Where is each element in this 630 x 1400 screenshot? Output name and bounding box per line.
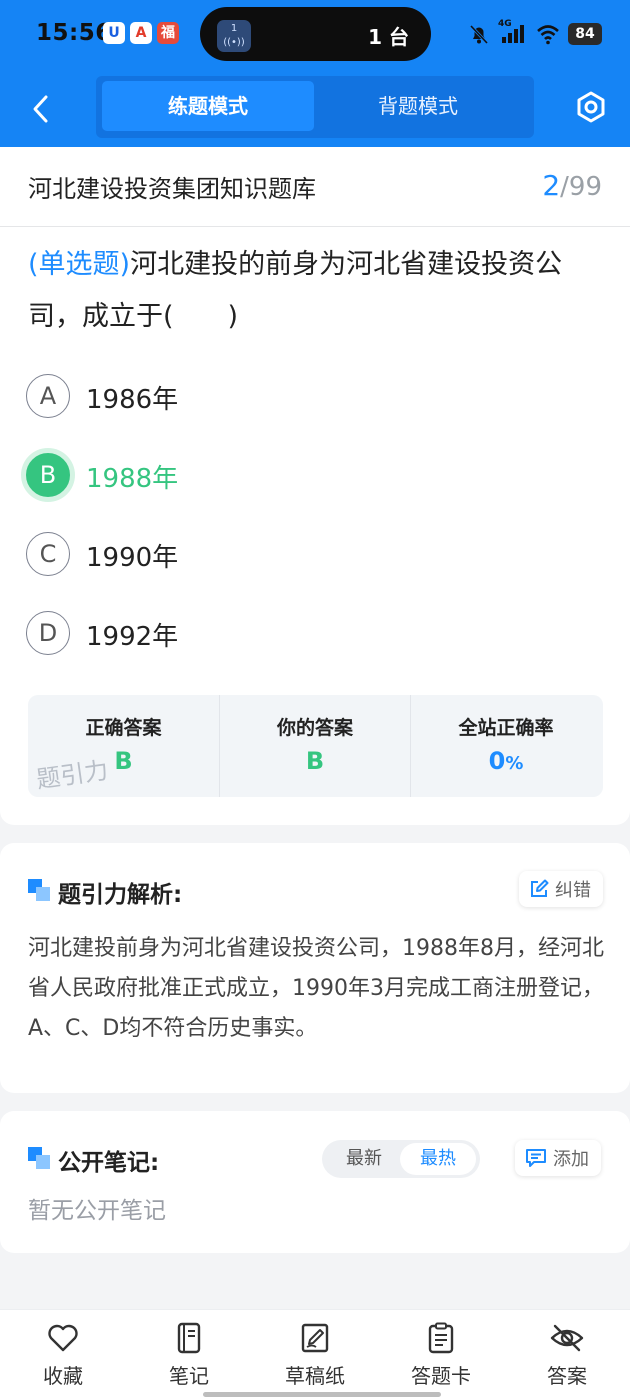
- comment-icon: [526, 1149, 546, 1167]
- broadcast-icon: 1 ((•)): [217, 20, 251, 52]
- question-pager[interactable]: 2/99: [542, 169, 602, 202]
- signal-icon: 4G: [498, 19, 528, 45]
- notes-card: 公开笔记: 最新 最热 添加 暂无公开笔记: [0, 1111, 630, 1253]
- pager-total: 99: [568, 172, 602, 202]
- hexagon-settings-icon[interactable]: [574, 90, 608, 124]
- add-note-label: 添加: [553, 1149, 589, 1170]
- correct-answer-value: B: [114, 747, 133, 775]
- section-icon: [28, 879, 50, 901]
- chevron-left-icon[interactable]: [26, 92, 56, 126]
- option-letter: A: [26, 374, 70, 418]
- option-d[interactable]: D 1992年: [26, 609, 426, 659]
- tab-label: 答题卡: [411, 1364, 471, 1388]
- tab-recite-mode[interactable]: 背题模式: [312, 81, 524, 131]
- question-type: (单选题): [28, 249, 131, 280]
- bottom-tab-bar: 收藏 笔记 草稿纸 答题卡 答案: [0, 1309, 630, 1400]
- sort-hot[interactable]: 最热: [400, 1143, 476, 1175]
- notes-title: 公开笔记:: [58, 1150, 160, 1176]
- bank-header: 河北建设投资集团知识题库 2/99: [0, 147, 630, 227]
- edit-icon: [531, 879, 549, 897]
- option-a[interactable]: A 1986年: [26, 372, 426, 422]
- bell-muted-icon: [469, 24, 489, 45]
- tab-practice-mode[interactable]: 练题模式: [102, 81, 314, 131]
- notes-empty-message: 暂无公开笔记: [28, 1198, 166, 1224]
- option-text: 1986年: [86, 385, 179, 415]
- heart-icon: [48, 1324, 78, 1352]
- analysis-text: 河北建投前身为河北省建设投资公司，1988年8月，经河北省人民政府批准正式成立，…: [28, 936, 604, 1041]
- analysis-card: 题引力解析: 纠错 河北建投前身为河北省建设投资公司，1988年8月，经河北省人…: [0, 843, 630, 1093]
- accuracy-label: 全站正确率: [458, 717, 554, 739]
- option-text: 1990年: [86, 543, 179, 573]
- dynamic-island[interactable]: 1 ((•)) 1 台: [200, 7, 431, 61]
- pager-current: 2: [542, 169, 561, 202]
- sort-latest[interactable]: 最新: [326, 1143, 402, 1175]
- tab-label: 草稿纸: [285, 1364, 345, 1388]
- section-icon: [28, 1147, 50, 1169]
- option-text: 1988年: [86, 464, 179, 494]
- add-note-button[interactable]: 添加: [515, 1140, 601, 1176]
- option-letter: C: [26, 532, 70, 576]
- report-error-label: 纠错: [555, 880, 591, 901]
- app-notification-icon: U: [103, 22, 125, 44]
- status-time: 15:56: [36, 20, 112, 46]
- analysis-title: 题引力解析:: [58, 882, 183, 908]
- option-letter: D: [26, 611, 70, 655]
- report-error-button[interactable]: 纠错: [519, 871, 603, 907]
- scratch-pad-icon: [301, 1323, 329, 1353]
- your-answer-label: 你的答案: [276, 717, 353, 739]
- notebook-icon: [177, 1322, 201, 1354]
- tab-answer-card[interactable]: 答题卡: [396, 1322, 486, 1389]
- wifi-icon: [537, 25, 559, 45]
- app-notification-icon: 福: [157, 22, 179, 44]
- eye-off-icon: [550, 1324, 584, 1352]
- tab-notes[interactable]: 笔记: [144, 1322, 234, 1389]
- accuracy-value: 0%: [411, 747, 601, 775]
- mode-switch: 练题模式 背题模式: [96, 76, 534, 138]
- option-b[interactable]: B 1988年: [26, 451, 426, 501]
- status-bar: 15:56 U A 福 1 ((•)) 1 台 4G 84: [0, 0, 630, 70]
- answer-summary: 正确答案 题引力 B 你的答案 B 全站正确率 0%: [28, 695, 603, 797]
- bank-title: 河北建设投资集团知识题库: [28, 175, 316, 203]
- app-notification-icon: A: [130, 22, 152, 44]
- accuracy-unit: %: [505, 753, 524, 774]
- question-text: (单选题)河北建投的前身为河北省建设投资公司，成立于( ): [28, 239, 608, 343]
- question-card: 河北建设投资集团知识题库 2/99 (单选题)河北建投的前身为河北省建设投资公司…: [0, 147, 630, 825]
- tab-label: 答案: [547, 1364, 587, 1388]
- correct-answer-col: 正确答案 题引力 B: [28, 695, 219, 797]
- nav-bar: 练题模式 背题模式: [0, 70, 630, 147]
- notes-sort-toggle: 最新 最热: [322, 1140, 480, 1178]
- status-icons: 4G 84: [468, 19, 602, 46]
- accuracy-number: 0: [488, 747, 506, 775]
- tab-label: 笔记: [169, 1364, 209, 1388]
- top-bar: 15:56 U A 福 1 ((•)) 1 台 4G 84 练题模式 背题模式: [0, 0, 630, 147]
- clipboard-icon: [428, 1322, 454, 1354]
- island-badge: 1: [230, 23, 238, 34]
- island-text: 1 台: [368, 25, 409, 49]
- tab-label: 收藏: [43, 1364, 83, 1388]
- tab-answer[interactable]: 答案: [522, 1322, 612, 1389]
- home-indicator[interactable]: [203, 1392, 441, 1397]
- option-text: 1992年: [86, 622, 179, 652]
- correct-answer-label: 正确答案: [85, 717, 162, 739]
- battery-indicator: 84: [568, 23, 602, 45]
- your-answer-col: 你的答案 B: [219, 695, 410, 797]
- your-answer-value: B: [305, 747, 325, 775]
- accuracy-col: 全站正确率 0%: [410, 695, 601, 797]
- tab-scratch-pad[interactable]: 草稿纸: [270, 1322, 360, 1389]
- option-c[interactable]: C 1990年: [26, 530, 426, 580]
- option-letter: B: [26, 453, 70, 497]
- tab-favorite[interactable]: 收藏: [18, 1322, 108, 1389]
